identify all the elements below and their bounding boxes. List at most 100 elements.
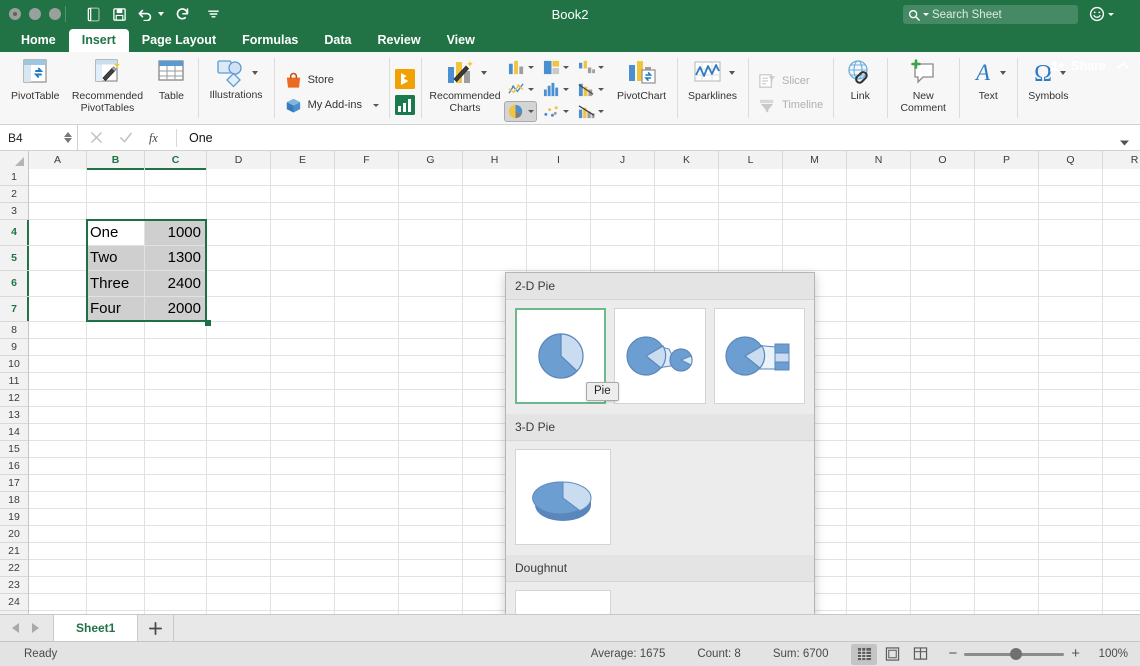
cell-G3[interactable] (399, 203, 463, 220)
save-icon[interactable] (112, 7, 127, 22)
cell-C8[interactable] (145, 322, 207, 339)
page-break-view-icon[interactable] (907, 644, 933, 665)
cell-N24[interactable] (847, 594, 911, 611)
cell-B2[interactable] (87, 186, 145, 203)
cell-B11[interactable] (87, 373, 145, 390)
cell-J5[interactable] (591, 245, 655, 271)
column-header-I[interactable]: I (527, 151, 591, 169)
search-sheet-box[interactable] (903, 5, 1078, 24)
customize-toolbar-icon[interactable] (207, 8, 220, 20)
cell-R5[interactable] (1103, 246, 1140, 271)
cell-P22[interactable] (975, 560, 1039, 577)
new-comment-button[interactable]: New Comment (892, 55, 954, 114)
cell-A7[interactable] (29, 296, 87, 322)
cell-P23[interactable] (975, 577, 1039, 594)
cell-C6[interactable]: 2400 (145, 271, 207, 297)
cell-F1[interactable] (335, 169, 399, 186)
cell-F2[interactable] (335, 186, 399, 203)
cell-R6[interactable] (1103, 271, 1140, 297)
cell-Q21[interactable] (1039, 543, 1103, 560)
share-container[interactable]: Share (1049, 59, 1130, 73)
column-header-G[interactable]: G (399, 151, 463, 169)
cell-K4[interactable] (655, 220, 719, 246)
sheet-tab-sheet1[interactable]: Sheet1 (53, 615, 139, 641)
cell-H5[interactable] (463, 245, 527, 271)
cell-B18[interactable] (87, 492, 145, 509)
cell-G17[interactable] (399, 475, 463, 492)
my-addins-dropdown-icon[interactable] (372, 103, 379, 107)
histogram-chart-dropdown-icon[interactable] (562, 88, 569, 91)
cell-A23[interactable] (29, 577, 87, 594)
cell-D4[interactable] (207, 220, 271, 246)
cell-A4[interactable] (29, 220, 87, 246)
cell-R25[interactable] (1103, 611, 1140, 614)
cell-Q3[interactable] (1039, 203, 1103, 220)
cell-O7[interactable] (911, 296, 975, 322)
cell-Q23[interactable] (1039, 577, 1103, 594)
cell-G4[interactable] (399, 220, 463, 246)
cell-A10[interactable] (29, 356, 87, 373)
cell-G8[interactable] (399, 322, 463, 339)
waterfall-chart-dropdown-icon[interactable] (597, 66, 604, 69)
column-header-K[interactable]: K (655, 151, 719, 169)
feedback-dropdown-icon[interactable] (1108, 12, 1114, 16)
cell-C13[interactable] (145, 407, 207, 424)
row-header-24[interactable]: 24 (0, 594, 28, 611)
cell-P15[interactable] (975, 441, 1039, 458)
column-header-O[interactable]: O (911, 151, 975, 169)
cell-R21[interactable] (1103, 543, 1140, 560)
cell-P25[interactable] (975, 611, 1039, 614)
search-input[interactable] (932, 8, 1067, 21)
cell-B13[interactable] (87, 407, 145, 424)
cell-F3[interactable] (335, 203, 399, 220)
column-header-R[interactable]: R (1103, 151, 1140, 169)
cell-D12[interactable] (207, 390, 271, 407)
stock-chart-button[interactable] (574, 79, 607, 100)
cell-R23[interactable] (1103, 577, 1140, 594)
cell-N16[interactable] (847, 458, 911, 475)
cell-A3[interactable] (29, 203, 87, 220)
normal-view-icon[interactable] (851, 643, 878, 665)
cell-O1[interactable] (911, 169, 975, 186)
open-icon[interactable] (86, 7, 101, 22)
cell-N3[interactable] (847, 203, 911, 220)
recommended-pivottables-button[interactable]: Recommended PivotTables (65, 55, 149, 114)
cell-F14[interactable] (335, 424, 399, 441)
pivottable-button[interactable]: PivotTable (5, 55, 65, 103)
pie-chart-button[interactable] (503, 101, 537, 122)
cell-D25[interactable] (207, 611, 271, 614)
cell-E4[interactable] (271, 220, 335, 246)
cell-B17[interactable] (87, 475, 145, 492)
cell-A8[interactable] (29, 322, 87, 339)
cell-M4[interactable] (783, 220, 847, 246)
zoom-window-button[interactable] (49, 8, 61, 20)
cell-N5[interactable] (847, 245, 911, 271)
cell-B19[interactable] (87, 509, 145, 526)
cell-E8[interactable] (271, 322, 335, 339)
cell-G22[interactable] (399, 560, 463, 577)
pie-chart-dropdown-icon[interactable] (527, 110, 534, 113)
cell-K2[interactable] (655, 186, 719, 203)
cell-E2[interactable] (271, 186, 335, 203)
cell-C16[interactable] (145, 458, 207, 475)
cell-Q17[interactable] (1039, 475, 1103, 492)
fill-handle[interactable] (205, 320, 211, 326)
cell-O22[interactable] (911, 560, 975, 577)
cell-O18[interactable] (911, 492, 975, 509)
cell-P11[interactable] (975, 373, 1039, 390)
cell-I5[interactable] (527, 245, 591, 271)
cell-A21[interactable] (29, 543, 87, 560)
people-graph-icon[interactable] (394, 94, 416, 116)
cell-J1[interactable] (591, 169, 655, 186)
cell-D20[interactable] (207, 526, 271, 543)
row-header-16[interactable]: 16 (0, 458, 28, 475)
cell-F12[interactable] (335, 390, 399, 407)
line-chart-dropdown-icon[interactable] (527, 88, 534, 91)
cell-O14[interactable] (911, 424, 975, 441)
gallery-item-doughnut[interactable] (515, 590, 611, 614)
cell-C7[interactable]: 2000 (145, 296, 207, 322)
cell-F9[interactable] (335, 339, 399, 356)
cell-P13[interactable] (975, 407, 1039, 424)
cell-O8[interactable] (911, 322, 975, 339)
cell-A15[interactable] (29, 441, 87, 458)
